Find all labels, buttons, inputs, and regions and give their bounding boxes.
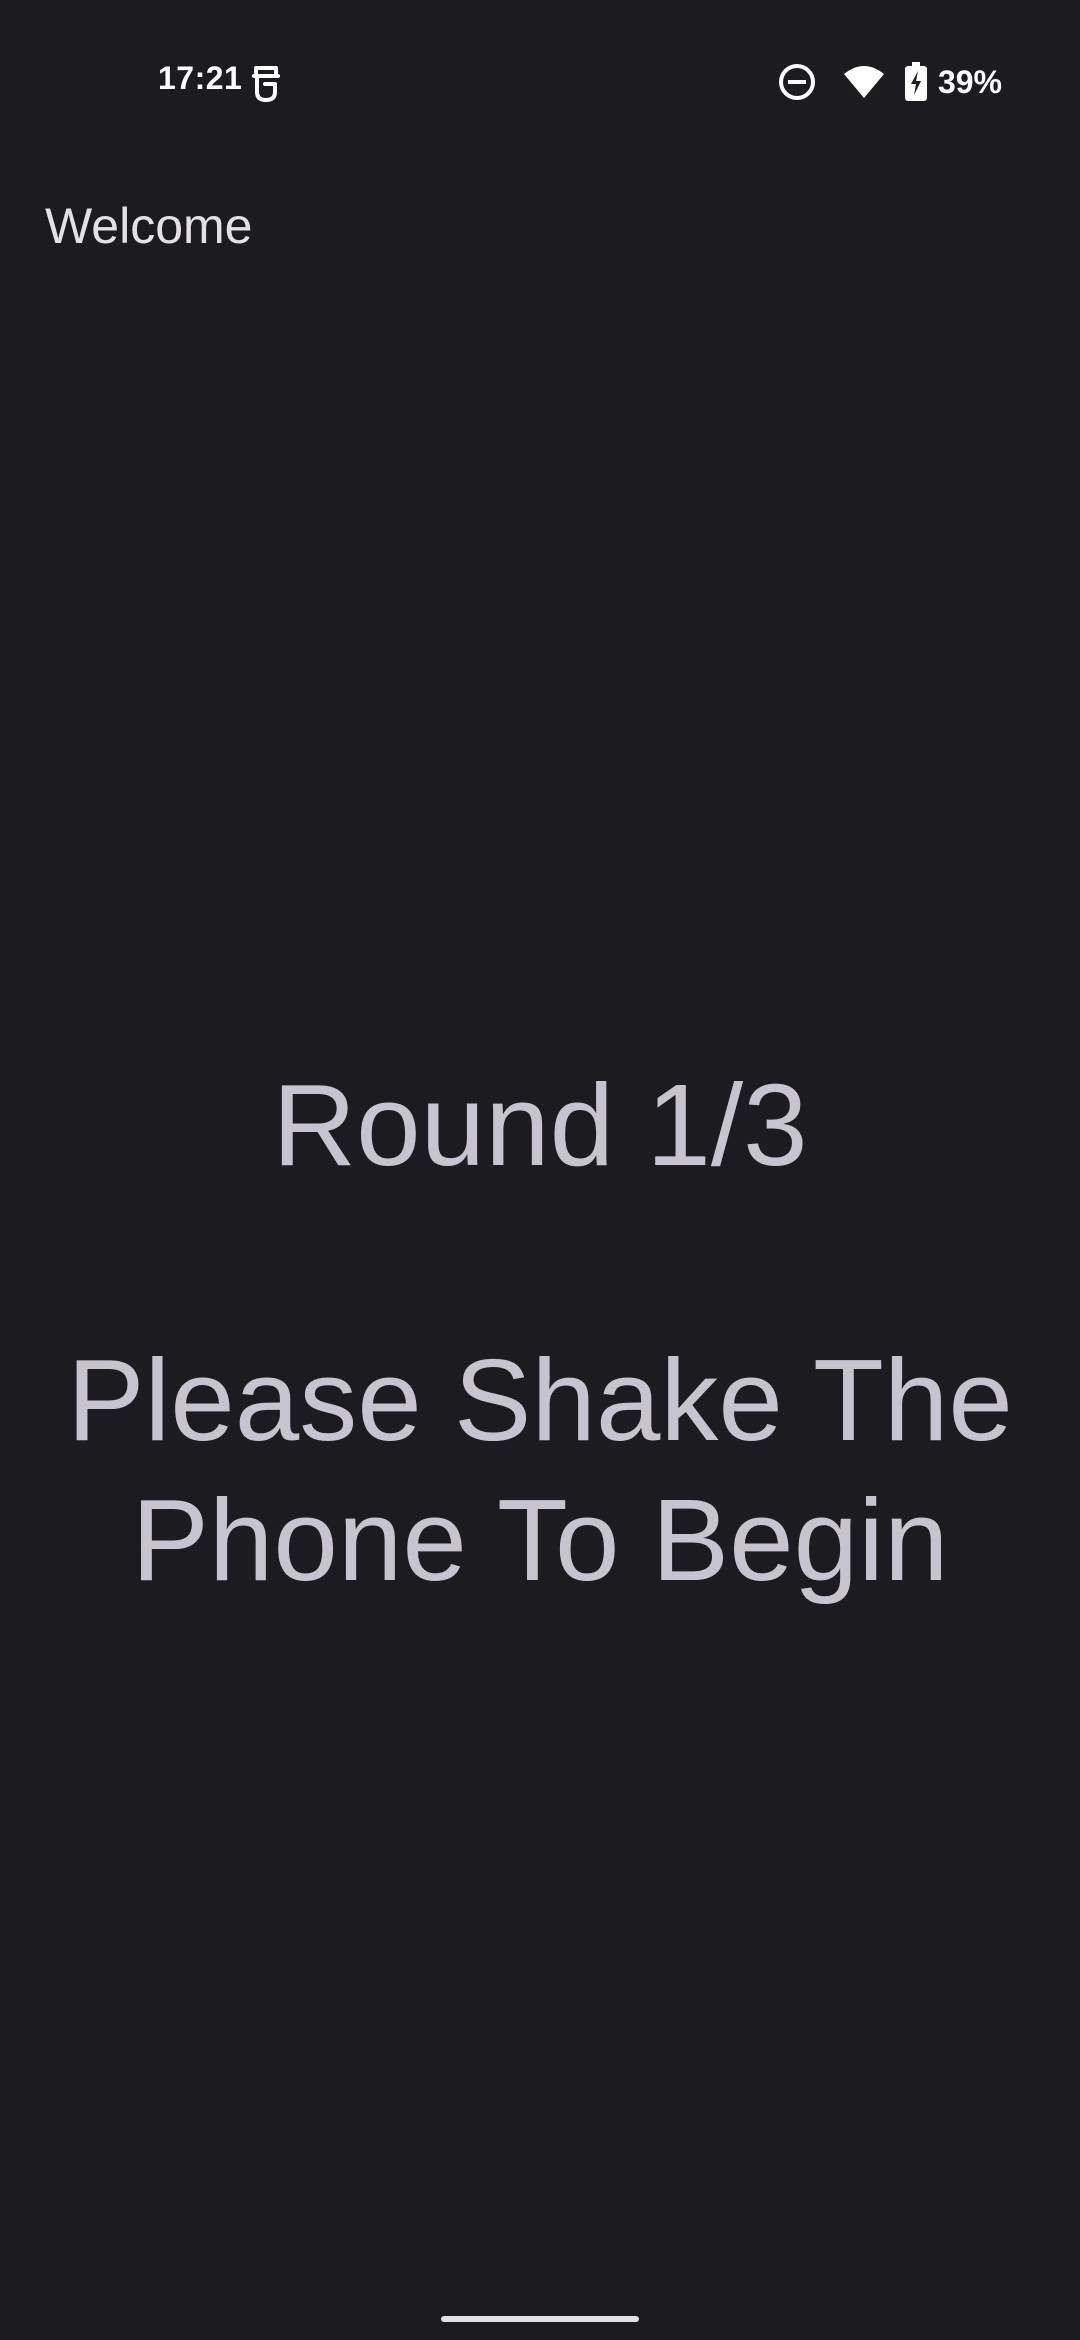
battery-percent: 39%	[937, 63, 1002, 100]
wifi-icon	[842, 64, 886, 100]
do-not-disturb-icon	[778, 63, 816, 101]
round-label: Round 1/3	[272, 1060, 808, 1190]
home-indicator[interactable]	[441, 2316, 639, 2322]
shake-instruction: Please Shake The Phone To Begin	[67, 1335, 1013, 1605]
app-bar-title: Welcome	[45, 198, 253, 254]
status-time: 17:21	[158, 60, 243, 96]
status-bar: 17:21 39%	[0, 0, 1080, 160]
battery-charging-icon	[904, 62, 928, 102]
status-icons: 39%	[778, 60, 1002, 104]
app-notification-icon	[248, 62, 284, 104]
